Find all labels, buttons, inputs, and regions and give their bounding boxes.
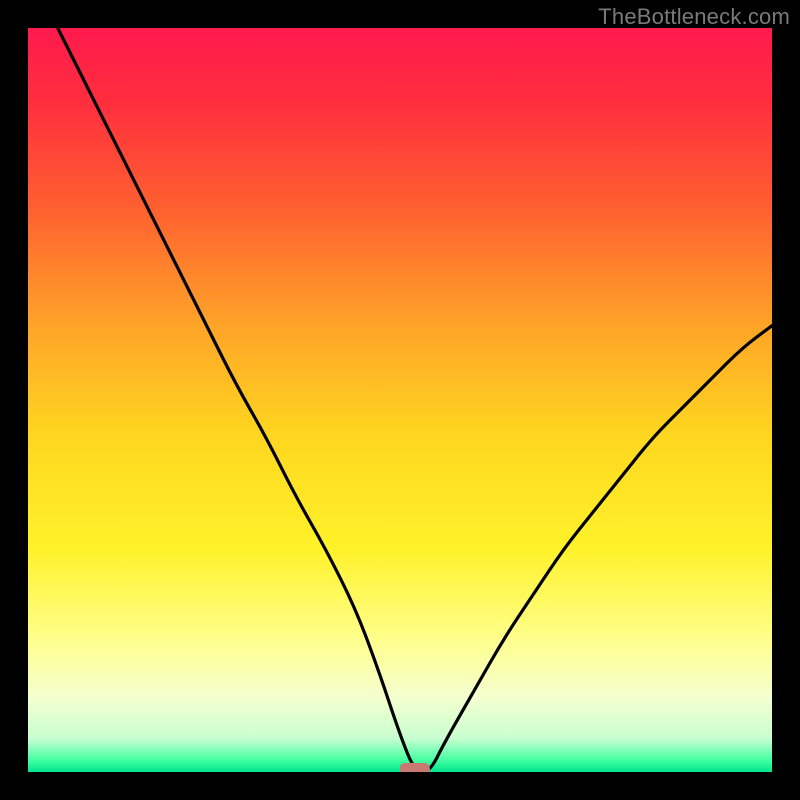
bottleneck-chart — [28, 28, 772, 772]
gradient-background — [28, 28, 772, 772]
chart-frame: TheBottleneck.com — [0, 0, 800, 800]
source-attribution: TheBottleneck.com — [598, 4, 790, 30]
optimum-marker — [400, 763, 430, 772]
plot-area — [28, 28, 772, 772]
